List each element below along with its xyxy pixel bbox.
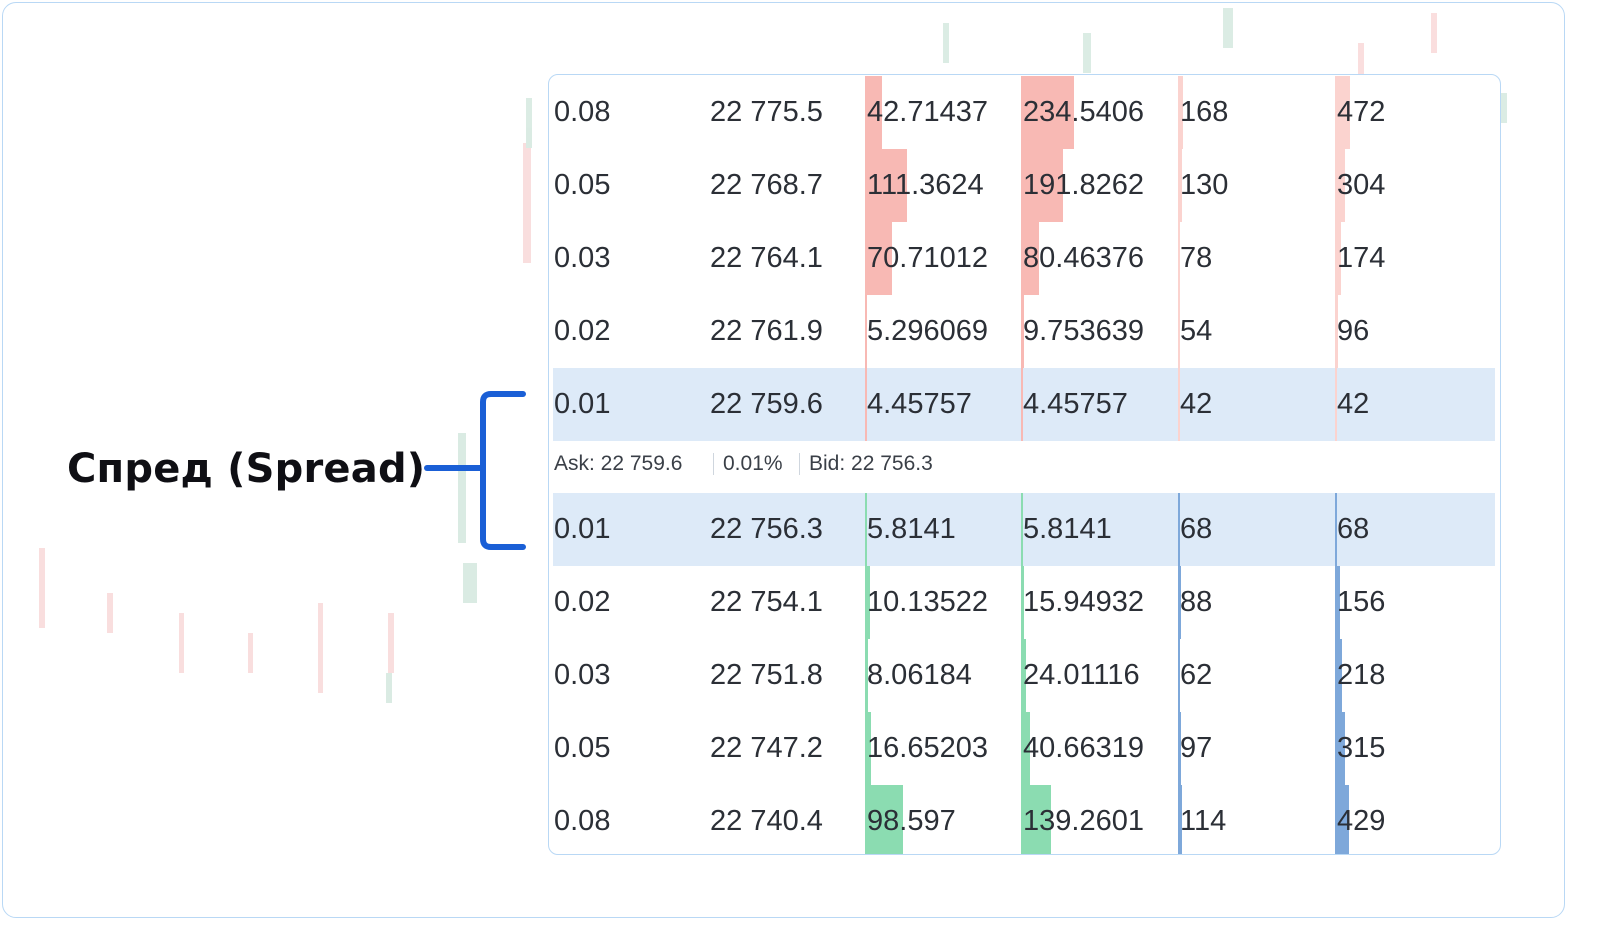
row-price: 22 747.2 [710,732,823,764]
bid-row[interactable]: 0.01 22 756.3 5.8141 5.8141 68 68 [549,493,1500,566]
row-count: 88 [1180,586,1213,618]
row-spread: 0.08 [554,805,611,837]
row-cumulative-count: 429 [1337,805,1386,837]
row-total: 234.5406 [1023,96,1144,128]
row-cumulative-count: 42 [1337,388,1370,420]
row-price: 22 751.8 [710,659,823,691]
row-spread: 0.05 [554,732,611,764]
row-size: 111.3624 [867,169,984,201]
row-total: 24.01116 [1023,659,1140,691]
row-spread: 0.03 [554,659,611,691]
row-total: 80.46376 [1023,242,1144,274]
row-total: 191.8262 [1023,169,1144,201]
row-spread: 0.08 [554,96,611,128]
spread-bid-price: Bid: 22 756.3 [809,452,933,475]
row-spread: 0.03 [554,242,611,274]
row-size: 70.71012 [867,242,988,274]
screenshot-frame: Спред (Spread) Ask: 22 759.6 0.01% Bid: … [2,2,1565,918]
row-price: 22 756.3 [710,513,823,545]
ask-row[interactable]: 0.01 22 759.6 4.45757 4.45757 42 42 [549,368,1500,441]
row-count: 54 [1180,315,1213,347]
order-book-panel: Ask: 22 759.6 0.01% Bid: 22 756.3 0.08 22… [548,74,1501,855]
spread-summary-row: Ask: 22 759.6 0.01% Bid: 22 756.3 [549,435,1500,493]
row-count: 62 [1180,659,1213,691]
row-count: 130 [1180,169,1229,201]
row-count: 168 [1180,96,1229,128]
row-price: 22 764.1 [710,242,823,274]
row-price: 22 740.4 [710,805,823,837]
row-total: 139.2601 [1023,805,1144,837]
row-total: 40.66319 [1023,732,1144,764]
row-spread: 0.02 [554,586,611,618]
row-count: 114 [1180,805,1227,837]
row-size: 10.13522 [867,586,988,618]
row-price: 22 761.9 [710,315,823,347]
row-price: 22 768.7 [710,169,823,201]
row-cumulative-count: 304 [1337,169,1386,201]
row-cumulative-count: 174 [1337,242,1386,274]
row-size: 42.71437 [867,96,988,128]
row-spread: 0.02 [554,315,611,347]
spread-bracket-icon [424,391,526,550]
row-size: 5.296069 [867,315,988,347]
row-spread: 0.01 [554,388,611,420]
row-size: 5.8141 [867,513,956,545]
row-price: 22 759.6 [710,388,823,420]
row-cumulative-count: 472 [1337,96,1386,128]
spread-separator [799,453,800,475]
row-spread: 0.01 [554,513,611,545]
row-size: 4.45757 [867,388,972,420]
bid-row[interactable]: 0.08 22 740.4 98.597 139.2601 114 429 [549,785,1500,854]
spread-annotation-label: Спред (Spread) [67,446,426,492]
spread-separator [713,453,714,475]
row-price: 22 775.5 [710,96,823,128]
ask-row[interactable]: 0.02 22 761.9 5.296069 9.753639 54 96 [549,295,1500,368]
row-total: 15.94932 [1023,586,1144,618]
bid-row[interactable]: 0.03 22 751.8 8.06184 24.01116 62 218 [549,639,1500,712]
row-size: 16.65203 [867,732,988,764]
row-cumulative-count: 96 [1337,315,1370,347]
row-count: 42 [1180,388,1213,420]
row-count: 78 [1180,242,1213,274]
spread-ask-price: Ask: 22 759.6 [554,452,683,475]
row-size: 98.597 [867,805,956,837]
ask-row[interactable]: 0.08 22 775.5 42.71437 234.5406 168 472 [549,76,1500,149]
row-cumulative-count: 68 [1337,513,1370,545]
ask-row[interactable]: 0.05 22 768.7 111.3624 191.8262 130 304 [549,149,1500,222]
row-count: 97 [1180,732,1213,764]
bid-row[interactable]: 0.02 22 754.1 10.13522 15.94932 88 156 [549,566,1500,639]
row-total: 9.753639 [1023,315,1144,347]
row-spread: 0.05 [554,169,611,201]
row-cumulative-count: 218 [1337,659,1386,691]
row-total: 5.8141 [1023,513,1112,545]
row-price: 22 754.1 [710,586,823,618]
row-total: 4.45757 [1023,388,1128,420]
spread-percent: 0.01% [723,452,783,475]
ask-row[interactable]: 0.03 22 764.1 70.71012 80.46376 78 174 [549,222,1500,295]
bid-row[interactable]: 0.05 22 747.2 16.65203 40.66319 97 315 [549,712,1500,785]
row-cumulative-count: 315 [1337,732,1386,764]
row-cumulative-count: 156 [1337,586,1386,618]
row-size: 8.06184 [867,659,972,691]
row-count: 68 [1180,513,1213,545]
